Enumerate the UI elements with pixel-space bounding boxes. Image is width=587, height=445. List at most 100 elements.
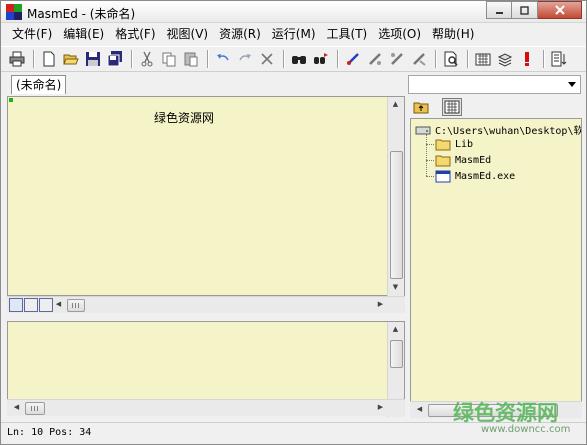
menu-edit[interactable]: 编辑(E) — [58, 24, 110, 44]
new-file-button[interactable] — [39, 49, 59, 69]
line-marker — [9, 98, 13, 102]
paste-button[interactable] — [181, 49, 201, 69]
output-horizontal-scrollbar[interactable]: ◀ III ▶ — [7, 399, 405, 416]
main-toolbar — [1, 46, 586, 72]
toolbar-separator — [467, 50, 469, 68]
file-tree[interactable]: C:\Users\wuhan\Desktop\软 Lib MasmEd Masm… — [410, 118, 582, 418]
new-file-icon — [43, 51, 55, 67]
toolbar-separator — [131, 50, 133, 68]
tree-item-label: Lib — [455, 139, 474, 150]
editor-vertical-scrollbar[interactable]: ▲ ▼ — [387, 97, 404, 297]
tree-connector — [426, 176, 434, 177]
menu-help[interactable]: 帮助(H) — [427, 24, 480, 44]
horizontal-scroll-thumb[interactable]: III — [25, 402, 45, 415]
open-button[interactable] — [61, 49, 81, 69]
folder-icon — [435, 155, 451, 167]
undo-icon — [217, 54, 229, 61]
find-button[interactable] — [289, 49, 309, 69]
scroll-thumb[interactable] — [390, 151, 403, 279]
open-folder-icon — [63, 54, 79, 65]
watermark-logo: 绿色资源网 — [453, 401, 558, 425]
close-button[interactable] — [538, 1, 582, 19]
editor-content: 绿色资源网 — [154, 111, 215, 125]
go-icon — [413, 53, 426, 66]
file-panel-toolbar — [408, 96, 583, 118]
scroll-left-arrow[interactable]: ◀ — [51, 300, 66, 308]
tree-item-label: MasmEd — [455, 155, 492, 166]
project-browser-button[interactable] — [442, 98, 462, 116]
file-browser-button[interactable] — [411, 98, 431, 116]
copy-button[interactable] — [159, 49, 179, 69]
run-button[interactable] — [517, 49, 537, 69]
preview-icon — [444, 51, 458, 67]
scroll-down-arrow[interactable]: ▼ — [388, 283, 403, 291]
list-icon — [551, 51, 567, 67]
build-icon — [391, 53, 403, 65]
tree-root-item[interactable]: C:\Users\wuhan\Desktop\软 — [415, 122, 582, 137]
view-mode-button-1[interactable] — [9, 298, 23, 312]
toolbar-separator — [283, 50, 285, 68]
tree-connector — [426, 134, 427, 176]
scroll-right-arrow[interactable]: ▶ — [373, 300, 388, 308]
watermark-url: www.downcc.com — [481, 424, 571, 435]
assemble-button[interactable] — [343, 49, 363, 69]
save-all-button[interactable] — [105, 49, 125, 69]
scroll-up-arrow[interactable]: ▲ — [388, 100, 403, 108]
editor-horizontal-scrollbar[interactable]: ◀ III ▶ — [7, 296, 405, 313]
link-icon — [369, 53, 381, 65]
list-button[interactable] — [549, 49, 569, 69]
project-combo[interactable] — [408, 75, 581, 94]
view-mode-button-2[interactable] — [24, 298, 38, 312]
menu-options[interactable]: 选项(O) — [373, 24, 427, 44]
save-button[interactable] — [83, 49, 103, 69]
scroll-left-arrow[interactable]: ◀ — [9, 403, 24, 411]
tree-root-label: C:\Users\wuhan\Desktop\软 — [435, 126, 582, 137]
menu-tools[interactable]: 工具(T) — [322, 24, 374, 44]
menu-resource[interactable]: 资源(R) — [214, 24, 267, 44]
project-button[interactable] — [495, 49, 515, 69]
go-button[interactable] — [409, 49, 429, 69]
tree-item-masmed[interactable]: MasmEd — [435, 154, 491, 167]
delete-button[interactable] — [257, 49, 277, 69]
folder-icon — [435, 139, 451, 151]
title-bar[interactable]: MasmEd - (未命名) — [1, 1, 586, 23]
redo-button[interactable] — [235, 49, 255, 69]
horizontal-scroll-thumb[interactable]: III — [67, 299, 85, 312]
print-button[interactable] — [7, 49, 27, 69]
maximize-button[interactable] — [512, 1, 538, 19]
maximize-icon — [520, 5, 529, 15]
paste-icon — [184, 52, 198, 67]
folder-up-icon — [413, 102, 429, 114]
undo-button[interactable] — [213, 49, 233, 69]
menu-file[interactable]: 文件(F) — [7, 24, 58, 44]
scroll-thumb[interactable] — [390, 340, 403, 368]
scroll-right-arrow[interactable]: ▶ — [373, 403, 388, 411]
build-button[interactable] — [387, 49, 407, 69]
cut-button[interactable] — [137, 49, 157, 69]
close-icon — [554, 5, 565, 15]
tree-item-masmed-exe[interactable]: MasmEd.exe — [435, 170, 515, 183]
window-controls — [486, 1, 582, 19]
tree-connector — [426, 160, 434, 161]
resource-button[interactable] — [473, 49, 493, 69]
tab-untitled[interactable]: (未命名) — [11, 75, 67, 94]
scroll-up-arrow[interactable]: ▲ — [388, 325, 403, 333]
tree-item-lib[interactable]: Lib — [435, 138, 473, 151]
link-button[interactable] — [365, 49, 385, 69]
toolbar-separator — [543, 50, 545, 68]
minimize-icon — [495, 11, 503, 14]
run-exclamation-icon — [525, 52, 529, 66]
preview-button[interactable] — [441, 49, 461, 69]
copy-icon — [162, 52, 176, 67]
menu-format[interactable]: 格式(F) — [110, 24, 161, 44]
scroll-left-arrow[interactable]: ◀ — [412, 405, 427, 413]
minimize-button[interactable] — [486, 1, 512, 19]
menu-view[interactable]: 视图(V) — [162, 24, 215, 44]
replace-button[interactable] — [311, 49, 331, 69]
save-all-icon — [107, 51, 122, 67]
tree-connector — [426, 144, 434, 145]
combo-dropdown-button[interactable] — [564, 77, 579, 92]
tree-item-label: MasmEd.exe — [455, 171, 516, 182]
code-editor[interactable]: ▲ ▼ — [7, 96, 405, 297]
menu-run[interactable]: 运行(M) — [267, 24, 322, 44]
